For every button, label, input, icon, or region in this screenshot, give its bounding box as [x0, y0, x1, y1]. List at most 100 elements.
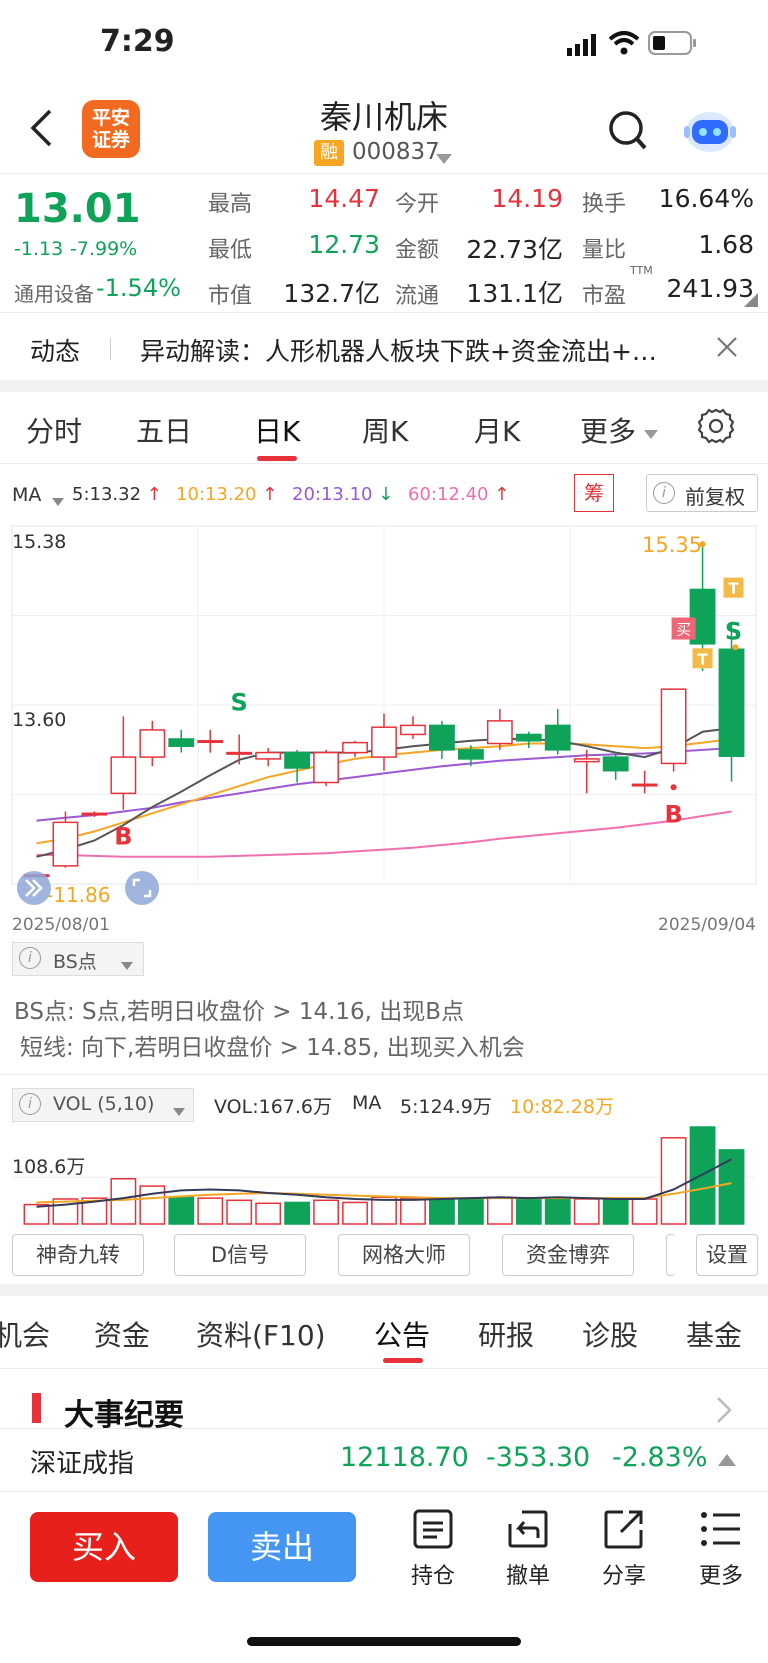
indicator-grid-master-button[interactable]: 网格大师	[338, 1234, 470, 1276]
candle-body	[371, 726, 397, 758]
volume-bar	[457, 1198, 484, 1225]
active-tab-indicator	[257, 456, 297, 461]
indicator-capital-game-button[interactable]: 资金博弈	[502, 1234, 634, 1276]
volume-bar	[371, 1196, 397, 1225]
vol-axis-label: 108.6万	[12, 1156, 85, 1178]
volume-bar	[23, 1203, 50, 1225]
indicator-nine-turn-button[interactable]: 神奇九转	[12, 1234, 144, 1276]
more-label[interactable]: 更多	[681, 1558, 761, 1590]
volume-chart[interactable]: 108.6万	[0, 1120, 768, 1226]
volume-bar	[544, 1196, 571, 1225]
cancel-order-label[interactable]: 撤单	[488, 1558, 568, 1590]
sector-name[interactable]: 通用设备	[14, 278, 94, 307]
max-price-dot	[699, 541, 706, 548]
stat-value-volume-ratio: 1.68	[698, 230, 754, 259]
info-icon: i	[653, 482, 675, 504]
sell-button[interactable]: 卖出	[208, 1512, 356, 1582]
stat-value-turnover: 16.64%	[658, 184, 754, 213]
indicator-settings-button[interactable]: 设置	[696, 1234, 758, 1276]
tab-weekly-k[interactable]: 周K	[362, 410, 408, 450]
signal-s-marker: S	[725, 617, 742, 645]
volume-bar	[718, 1149, 745, 1225]
vol-panel-header[interactable]: i VOL (5,10)	[12, 1088, 194, 1122]
section-accent-bar	[32, 1393, 41, 1423]
volume-bar	[631, 1198, 658, 1225]
bs-panel-label: BS点	[53, 951, 97, 973]
chip-distribution-button[interactable]: 筹	[574, 474, 614, 512]
close-icon[interactable]	[716, 336, 738, 362]
adjust-button[interactable]: i 前复权	[646, 474, 758, 512]
candle-body	[110, 756, 137, 795]
date-start-label: 2025/08/01	[12, 915, 110, 935]
tab-more[interactable]: 更多	[580, 410, 636, 450]
stat-value-open: 14.19	[491, 184, 563, 213]
stat-label-amount: 金额	[395, 238, 440, 263]
news-text[interactable]: 异动解读：人形机器人板块下跌+资金流出+…	[140, 332, 680, 368]
cancel-order-icon[interactable]	[507, 1508, 549, 1554]
candle-body	[342, 741, 368, 754]
tab-research[interactable]: 研报	[478, 1314, 534, 1354]
tab-intraday[interactable]: 分时	[26, 410, 82, 450]
gear-icon[interactable]	[697, 408, 735, 448]
candle-body	[313, 751, 339, 784]
volume-bar	[110, 1177, 137, 1225]
stat-label-volume-ratio: 量比	[582, 238, 627, 263]
candle-body	[255, 751, 282, 760]
candle-body	[631, 783, 658, 787]
candle-body	[429, 724, 455, 751]
index-name: 深证成指	[30, 1449, 135, 1479]
chevron-down-icon	[173, 1101, 185, 1120]
ma-label[interactable]: MA	[12, 484, 41, 506]
search-icon[interactable]	[608, 110, 648, 156]
stat-label-low: 最低	[208, 238, 253, 263]
tab-monthly-k[interactable]: 月K	[474, 410, 520, 450]
caret-up-icon[interactable]	[718, 1451, 736, 1470]
candle-body	[544, 724, 571, 751]
volume-bar	[573, 1198, 600, 1225]
volume-bar	[486, 1196, 513, 1225]
tab-announcements[interactable]: 公告	[374, 1314, 430, 1354]
index-change-pct: -2.83%	[612, 1442, 708, 1473]
share-icon[interactable]	[603, 1508, 645, 1554]
stat-label-high: 最高	[208, 192, 253, 217]
tab-profile-f10[interactable]: 资料(F10)	[196, 1314, 326, 1354]
volume-bar	[255, 1202, 282, 1225]
ma10-value: 10:13.20 ↑	[176, 484, 278, 505]
news-divider	[110, 338, 111, 360]
robot-assistant-icon[interactable]	[682, 104, 738, 160]
stat-label-market-cap: 市值	[208, 284, 253, 309]
tab-fund[interactable]: 基金	[686, 1314, 742, 1354]
chevron-right-icon[interactable]	[716, 1396, 732, 1428]
vol-ma5: 5:124.9万	[400, 1096, 492, 1118]
stat-value-pe: 241.93	[666, 274, 754, 303]
tab-five-day[interactable]: 五日	[136, 410, 192, 450]
indicator-d-signal-button[interactable]: D信号	[174, 1234, 306, 1276]
ma5-text: 5:13.32	[72, 484, 142, 505]
low-price-label: -11.86	[46, 883, 110, 907]
tab-daily-k[interactable]: 日K	[254, 410, 300, 450]
tab-capital[interactable]: 资金	[94, 1314, 150, 1354]
chevron-down-icon[interactable]	[436, 149, 452, 168]
expand-corner-icon[interactable]	[744, 292, 758, 311]
index-ticker[interactable]: 深证成指 12118.70 -353.30 -2.83%	[0, 1428, 768, 1492]
indicator-partial-button[interactable]	[666, 1234, 675, 1276]
candle-body	[486, 720, 513, 745]
battery-icon	[648, 31, 698, 59]
tab-opportunity[interactable]: 机会	[0, 1314, 50, 1354]
stat-label-pe: 市盈	[582, 284, 627, 309]
buy-button[interactable]: 买入	[30, 1512, 178, 1582]
stat-value-amount: 22.73亿	[466, 235, 563, 264]
positions-label[interactable]: 持仓	[393, 1558, 473, 1590]
buy-badge-text: 买	[676, 621, 691, 639]
tab-diagnosis[interactable]: 诊股	[582, 1314, 638, 1354]
ma20-text: 20:13.10	[292, 484, 373, 505]
share-label[interactable]: 分享	[584, 1558, 664, 1590]
chevron-down-icon[interactable]	[52, 491, 64, 510]
active-tab-indicator	[383, 1358, 423, 1363]
chevron-down-icon	[644, 424, 658, 443]
kline-chart[interactable]: 15.3813.60-11.8615.35SBBSTT买2025/08/01 20…	[0, 518, 768, 938]
more-menu-icon[interactable]	[700, 1510, 742, 1552]
positions-icon[interactable]	[412, 1508, 454, 1554]
stat-value-high: 14.47	[308, 184, 380, 213]
bs-panel-header[interactable]: i BS点	[12, 942, 144, 976]
